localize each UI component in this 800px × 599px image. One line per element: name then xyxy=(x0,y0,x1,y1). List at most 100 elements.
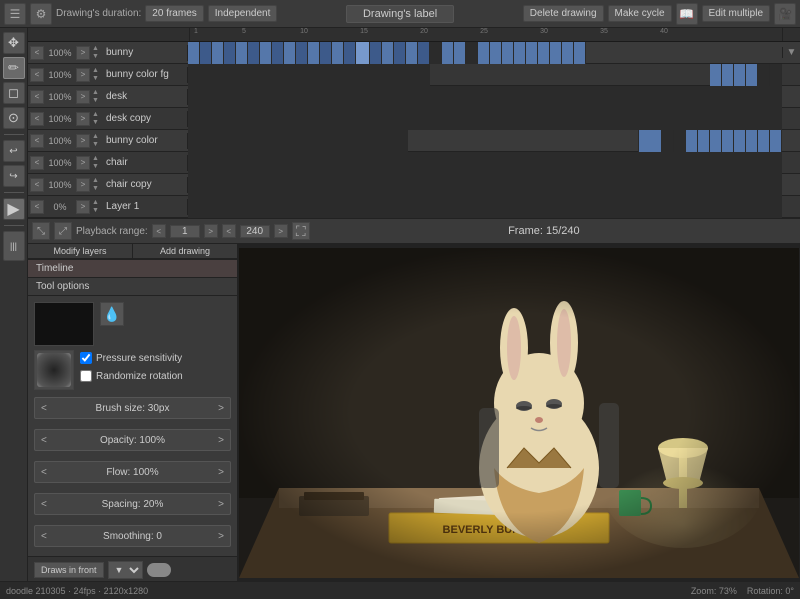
brush-options: Pressure sensitivity Randomize rotation xyxy=(80,350,183,384)
drawing-label-button[interactable]: Drawing's label xyxy=(346,5,454,23)
playback-end-right-arrow[interactable]: > xyxy=(274,224,288,238)
smoothing-slider[interactable]: < Smoothing: 0 > xyxy=(34,525,231,547)
timeline-scroll-right[interactable]: ▼ xyxy=(782,47,800,58)
independent-button[interactable]: Independent xyxy=(208,5,278,22)
pressure-sensitivity-checkbox[interactable] xyxy=(80,352,92,364)
layer-right-arrow-4[interactable]: > xyxy=(76,112,90,126)
layer-right-arrow-bunny[interactable]: > xyxy=(76,46,90,60)
smoothing-right-arrow[interactable]: > xyxy=(216,531,226,542)
layer-right-arrow-2[interactable]: > xyxy=(76,68,90,82)
layer-right-arrow-8[interactable]: > xyxy=(76,200,90,214)
tick-4 xyxy=(226,28,238,41)
eyedropper-button[interactable]: 💧 xyxy=(100,302,124,326)
onion-skin-toggle[interactable] xyxy=(147,563,171,577)
brush-preview[interactable] xyxy=(34,350,74,390)
brush-size-left-arrow[interactable]: < xyxy=(39,403,49,414)
brush-tool-icon[interactable]: ✏ xyxy=(3,57,25,79)
tool-options-tab[interactable]: Tool options xyxy=(28,278,237,296)
layer-right-arrow-5[interactable]: > xyxy=(76,134,90,148)
playback-end-left-arrow[interactable]: < xyxy=(222,224,236,238)
brush-size-right-arrow[interactable]: > xyxy=(216,403,226,414)
color-preview[interactable] xyxy=(34,302,94,346)
redo-icon[interactable]: ↪ xyxy=(3,165,25,187)
tick-27 xyxy=(502,28,514,41)
layer-left-arrow-5[interactable]: < xyxy=(30,134,44,148)
layer-controls-bunny-color: < 100% > ▲ ▼ bunny color xyxy=(28,133,188,149)
tick-30: 30 xyxy=(538,28,550,41)
tick-marks: 1 5 10 xyxy=(190,28,670,41)
layer-left-arrow-3[interactable]: < xyxy=(30,90,44,104)
randomize-rotation-checkbox[interactable] xyxy=(80,370,92,382)
book-icon[interactable]: 📖 xyxy=(676,3,698,25)
camera-icon[interactable]: 🎥 xyxy=(774,3,796,25)
layer-timeline-3[interactable] xyxy=(188,86,782,108)
add-drawing-button[interactable]: Add drawing xyxy=(133,244,237,259)
layer-timeline-5[interactable] xyxy=(188,130,782,152)
flow-right-arrow[interactable]: > xyxy=(216,467,226,478)
modify-layers-button[interactable]: Modify layers xyxy=(28,244,133,259)
layer-right-arrow-7[interactable]: > xyxy=(76,178,90,192)
layer-left-arrow-4[interactable]: < xyxy=(30,112,44,126)
layer-left-arrow-6[interactable]: < xyxy=(30,156,44,170)
make-cycle-button[interactable]: Make cycle xyxy=(608,5,672,22)
opacity-left-arrow[interactable]: < xyxy=(39,435,49,446)
opacity-right-arrow[interactable]: > xyxy=(216,435,226,446)
spacing-slider[interactable]: < Spacing: 20% > xyxy=(34,493,231,515)
timeline-section: 1 5 10 xyxy=(28,28,800,244)
expand-btn-bottomright[interactable]: ⤢ xyxy=(54,222,72,240)
tick-7 xyxy=(262,28,274,41)
layer-right-arrow-6[interactable]: > xyxy=(76,156,90,170)
menu-icon[interactable]: ☰ xyxy=(4,3,26,25)
layer-name-layer1[interactable]: Layer 1 xyxy=(104,201,185,212)
playback-end-input[interactable]: 240 xyxy=(240,225,270,238)
layer-right-arrow-3[interactable]: > xyxy=(76,90,90,104)
layer-pct-3: 100% xyxy=(46,92,74,102)
layer-timeline-6[interactable] xyxy=(188,152,782,174)
layer-timeline-2[interactable] xyxy=(188,64,782,86)
layer-name-desk-copy[interactable]: desk copy xyxy=(104,113,185,124)
opacity-slider[interactable]: < Opacity: 100% > xyxy=(34,429,231,451)
draws-in-front-button[interactable]: Draws in front xyxy=(34,562,104,578)
layer-timeline-7[interactable] xyxy=(188,174,782,196)
playback-start-input[interactable]: 1 xyxy=(170,225,200,238)
layer-left-arrow-2[interactable]: < xyxy=(30,68,44,82)
timeline-tab[interactable]: Timeline xyxy=(28,260,237,278)
layer-left-arrow-8[interactable]: < xyxy=(30,200,44,214)
layer-row-bunny-color: < 100% > ▲ ▼ bunny color xyxy=(28,130,800,152)
undo-icon[interactable]: ↩ xyxy=(3,140,25,162)
onion-skin-icon[interactable]: ||| xyxy=(3,231,25,261)
edit-multiple-button[interactable]: Edit multiple xyxy=(702,5,770,22)
layer-timeline-8[interactable] xyxy=(188,196,782,218)
lasso-tool-icon[interactable]: ⊙ xyxy=(3,107,25,129)
layer-left-arrow-7[interactable]: < xyxy=(30,178,44,192)
spacing-right-arrow[interactable]: > xyxy=(216,499,226,510)
flow-left-arrow[interactable]: < xyxy=(39,467,49,478)
layer-name-chair-copy[interactable]: chair copy xyxy=(104,179,185,190)
move-tool-icon[interactable]: ✥ xyxy=(3,32,25,54)
expand-btn-topleft[interactable]: ⤡ xyxy=(32,222,50,240)
layer-name-bunny-color[interactable]: bunny color xyxy=(104,135,185,146)
eraser-tool-icon[interactable]: ◻ xyxy=(3,82,25,104)
brush-size-slider[interactable]: < Brush size: 30px > xyxy=(34,397,231,419)
layer-header-spacer xyxy=(28,28,190,41)
play-icon[interactable]: ▶ xyxy=(3,198,25,220)
smoothing-left-arrow[interactable]: < xyxy=(39,531,49,542)
layer-name-bunny[interactable]: bunny xyxy=(104,47,185,58)
frames-button[interactable]: 20 frames xyxy=(145,5,203,22)
playback-start-right-arrow[interactable]: > xyxy=(204,224,218,238)
expand-btn-full[interactable]: ⛶ xyxy=(292,222,310,240)
layer-pct-bunny: 100% xyxy=(46,48,74,58)
spacing-left-arrow[interactable]: < xyxy=(39,499,49,510)
layer-left-arrow-bunny[interactable]: < xyxy=(30,46,44,60)
delete-drawing-button[interactable]: Delete drawing xyxy=(523,5,604,22)
layer-timeline-bunny[interactable] xyxy=(188,42,782,64)
layer-name-desk[interactable]: desk xyxy=(104,91,185,102)
layer-name-chair[interactable]: chair xyxy=(104,157,185,168)
spacing-label: Spacing: 20% xyxy=(51,499,214,510)
layer-timeline-4[interactable] xyxy=(188,108,782,130)
onion-skin-select[interactable]: ▼ xyxy=(108,561,143,579)
settings-icon[interactable]: ⚙ xyxy=(30,3,52,25)
layer-name-bunny-color-fg[interactable]: bunny color fg xyxy=(104,69,185,80)
flow-slider[interactable]: < Flow: 100% > xyxy=(34,461,231,483)
playback-start-left-arrow[interactable]: < xyxy=(152,224,166,238)
